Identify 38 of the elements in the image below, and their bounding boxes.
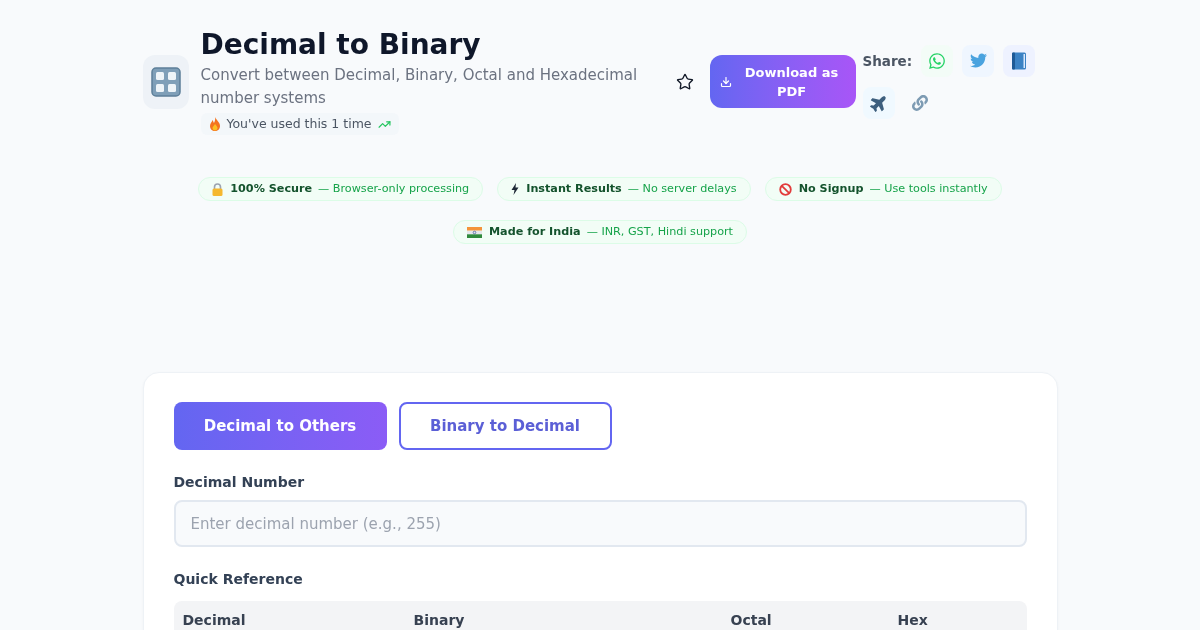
badge-description: — Browser-only processing — [318, 180, 470, 197]
download-pdf-button[interactable]: Download as PDF — [709, 55, 856, 108]
badge-title: 100% Secure — [230, 180, 313, 197]
link-icon — [911, 94, 928, 111]
column-header: Octal — [730, 612, 772, 628]
lightning-icon — [511, 183, 520, 195]
badge-title: No Signup — [798, 180, 864, 197]
badge-description: — No server delays — [627, 180, 737, 197]
column-header: Hex — [897, 612, 928, 628]
bird-icon — [969, 52, 987, 69]
download-icon — [719, 75, 732, 88]
badge-description: — INR, GST, Hindi support — [586, 223, 733, 240]
page-title: Decimal to Binary — [200, 28, 481, 62]
whatsapp-icon — [928, 51, 947, 70]
column-header: Binary — [413, 612, 465, 628]
airplane-share-button[interactable] — [862, 86, 895, 119]
badge-title: Instant Results — [526, 180, 622, 197]
grid-icon — [150, 66, 181, 97]
favorite-star-button[interactable] — [674, 71, 695, 92]
input-label: Decimal Number — [173, 473, 306, 492]
lock-icon — [212, 182, 224, 196]
mode-tab[interactable]: Binary to Decimal — [398, 402, 612, 450]
prohibited-icon — [778, 182, 792, 196]
decimal-input-field[interactable]: Enter decimal number (e.g., 255) — [173, 500, 1027, 547]
book-share-button[interactable] — [1003, 44, 1036, 77]
badge-title: Made for India — [489, 223, 581, 240]
share-label: Share: — [862, 51, 913, 71]
quick-reference-title: Quick Reference — [173, 570, 304, 589]
usage-text: You've used this 1 time — [226, 116, 372, 132]
bird-share-button[interactable] — [962, 44, 995, 77]
india-flag-icon — [467, 226, 482, 238]
page-subtitle: Convert between Decimal, Binary, Octal and Hexadecimal number systems — [200, 65, 639, 109]
badge-description: — Use tools instantly — [869, 180, 988, 197]
book-icon — [1011, 51, 1028, 70]
star-icon — [675, 72, 694, 91]
column-header: Decimal — [182, 612, 246, 628]
mode-tab[interactable]: Decimal to Others — [173, 402, 387, 450]
fire-icon — [208, 117, 221, 131]
